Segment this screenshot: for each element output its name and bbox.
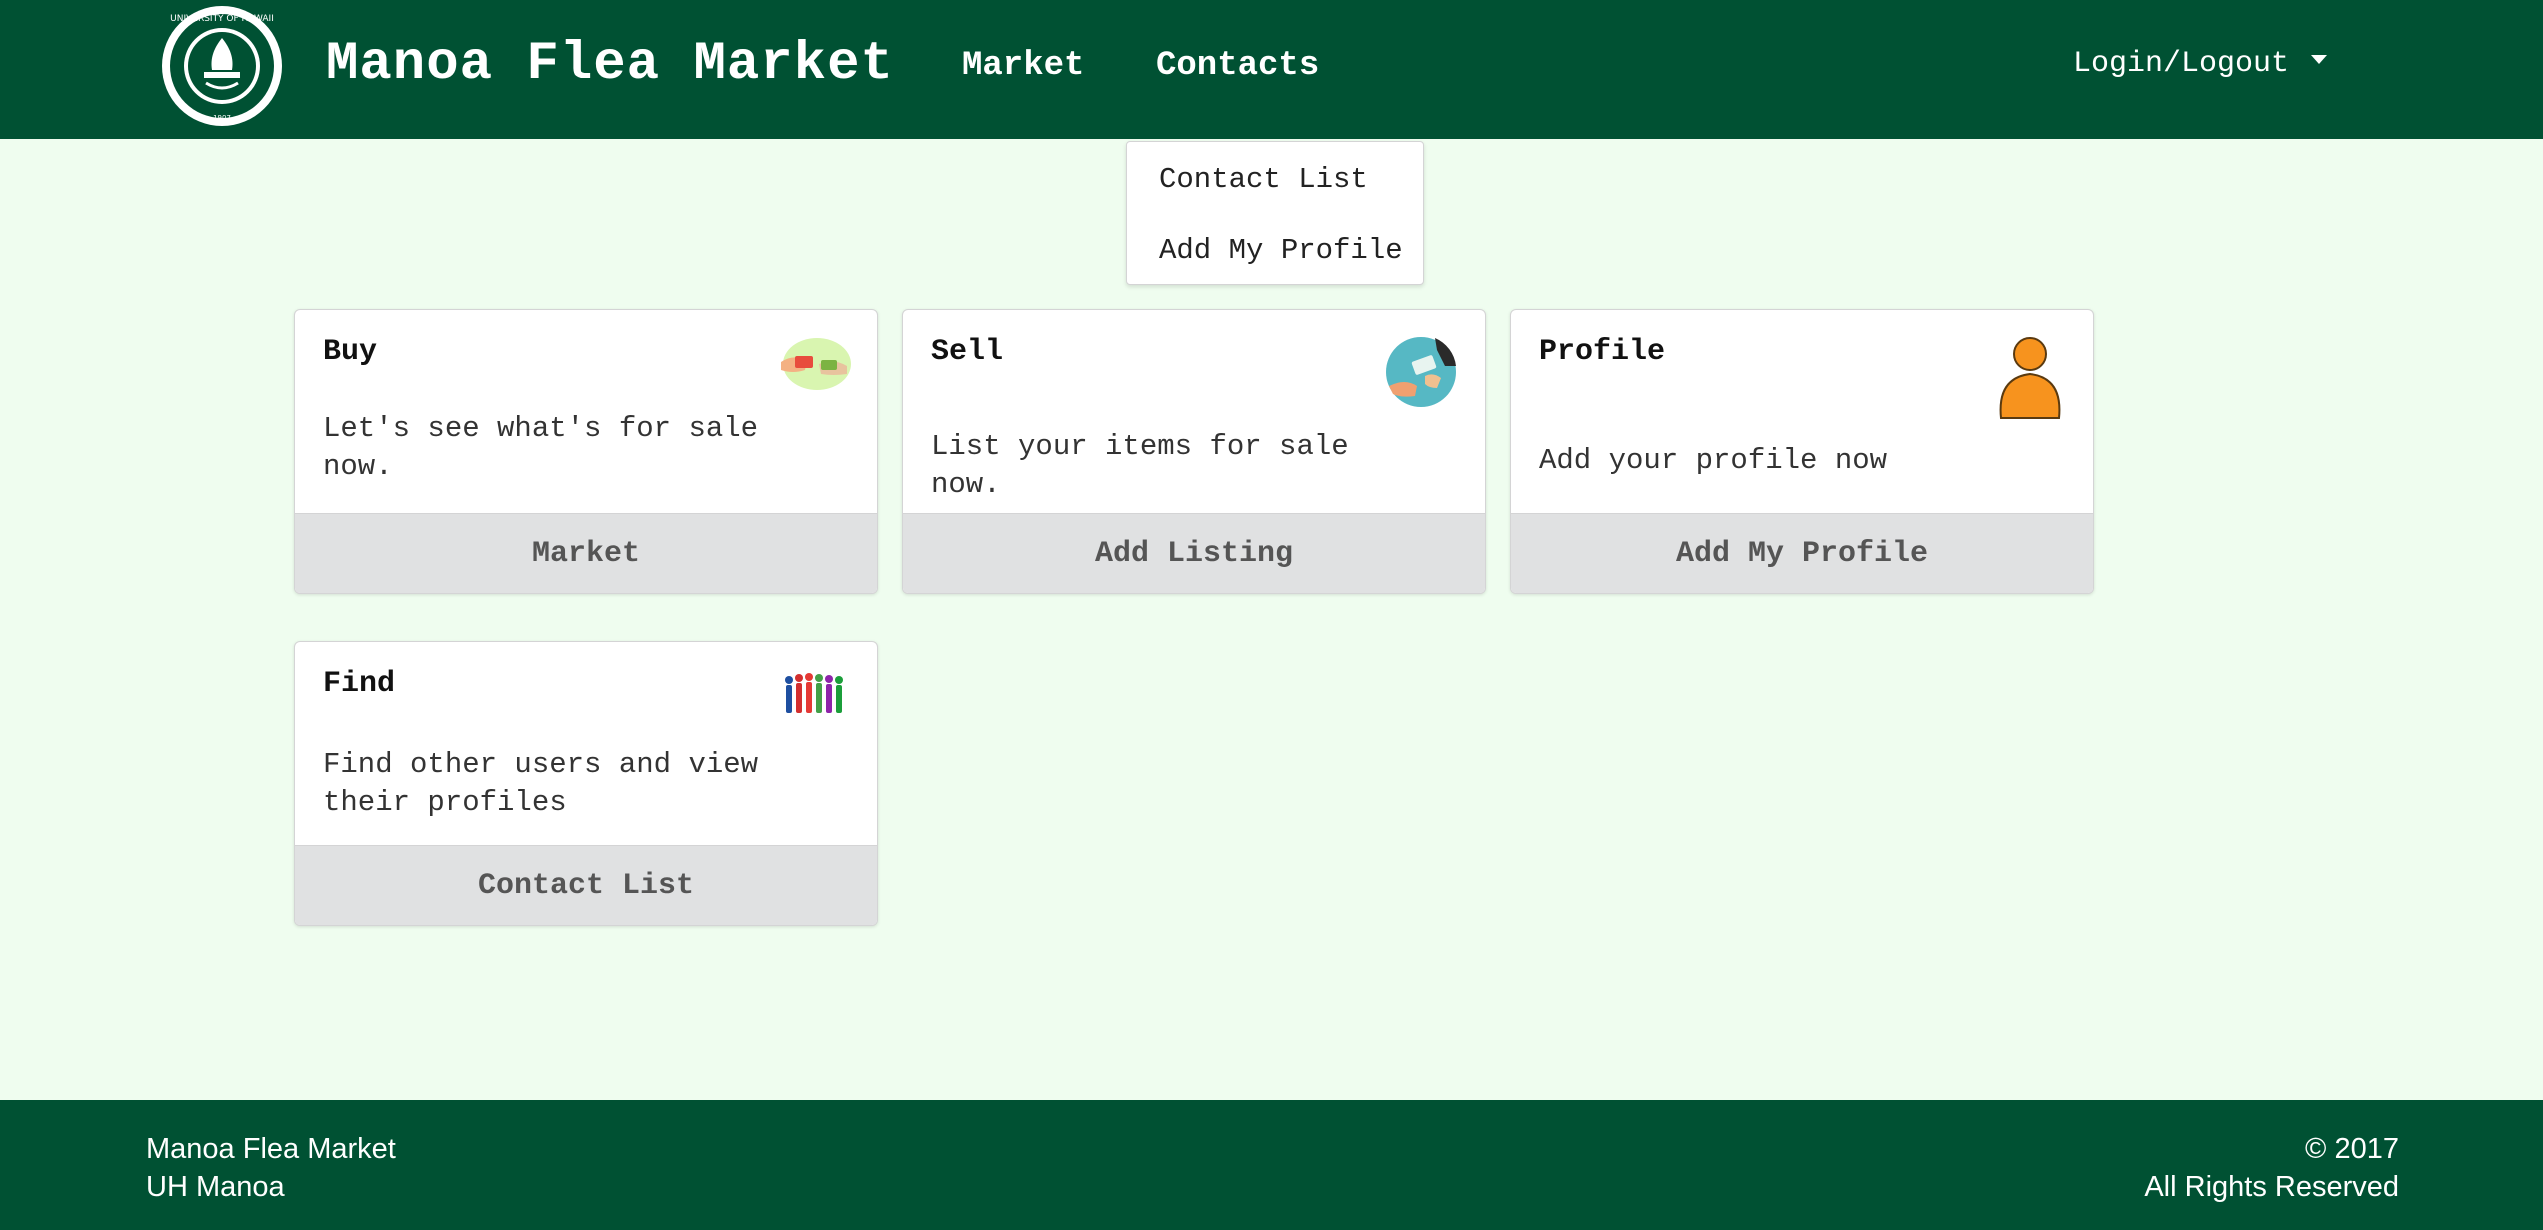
dropdown-item-add-my-profile[interactable]: Add My Profile <box>1159 231 1403 271</box>
footer-copyright: © 2017 <box>2305 1133 2399 1165</box>
person-icon <box>1999 337 2061 419</box>
contacts-dropdown-menu: Contact List Add My Profile <box>1126 141 1424 285</box>
uh-seal-logo-icon[interactable]: UNIVERSITY OF HAWAII 1907 <box>148 3 296 129</box>
login-logout-label: Login/Logout <box>2073 47 2290 81</box>
card-description-buy: Let's see what's for sale now. <box>323 412 759 483</box>
svg-text:UNIVERSITY OF HAWAII: UNIVERSITY OF HAWAII <box>170 14 274 24</box>
footer-right: © 2017 All Rights Reserved <box>2144 1130 2399 1206</box>
card-description-find: Find other users and view their profiles <box>323 748 759 819</box>
card-header-find: Find <box>323 667 396 701</box>
add-listing-button[interactable]: Add Listing <box>903 513 1485 593</box>
card-description-profile: Add your profile now <box>1539 444 1888 477</box>
footer-org-name: UH Manoa <box>146 1171 285 1203</box>
footer-rights: All Rights Reserved <box>2144 1171 2399 1203</box>
hands-exchange-icon <box>781 338 851 390</box>
card-buy: Buy Let's see what's for sale now. Marke… <box>294 309 878 594</box>
add-my-profile-button[interactable]: Add My Profile <box>1511 513 2093 593</box>
dropdown-item-contact-list[interactable]: Contact List <box>1159 160 1368 200</box>
card-header-profile: Profile <box>1539 335 1666 369</box>
top-navbar: UNIVERSITY OF HAWAII 1907 Manoa Flea Mar… <box>0 0 2543 139</box>
people-group-icon <box>785 673 843 713</box>
brand-title[interactable]: Manoa Flea Market <box>326 30 894 100</box>
card-find: Find Find other users and view their pro… <box>294 641 878 926</box>
contact-list-button[interactable]: Contact List <box>295 845 877 925</box>
footer-left: Manoa Flea Market UH Manoa <box>146 1130 396 1206</box>
money-exchange-icon <box>1386 337 1456 407</box>
login-logout-dropdown[interactable]: Login/Logout <box>2073 42 2328 86</box>
card-header-sell: Sell <box>931 335 1004 369</box>
card-header-buy: Buy <box>323 335 378 369</box>
footer: Manoa Flea Market UH Manoa © 2017 All Ri… <box>0 1100 2543 1230</box>
nav-market[interactable]: Market <box>962 42 1084 90</box>
footer-site-name: Manoa Flea Market <box>146 1133 396 1165</box>
svg-text:1907: 1907 <box>213 114 231 122</box>
card-description-sell: List your items for sale now. <box>931 430 1349 501</box>
nav-contacts[interactable]: Contacts <box>1156 42 1319 90</box>
card-sell: Sell List your items for sale now. Add L… <box>902 309 1486 594</box>
caret-down-icon <box>2311 54 2328 64</box>
card-profile: Profile Add your profile now Add My Prof… <box>1510 309 2094 594</box>
market-button[interactable]: Market <box>295 513 877 593</box>
